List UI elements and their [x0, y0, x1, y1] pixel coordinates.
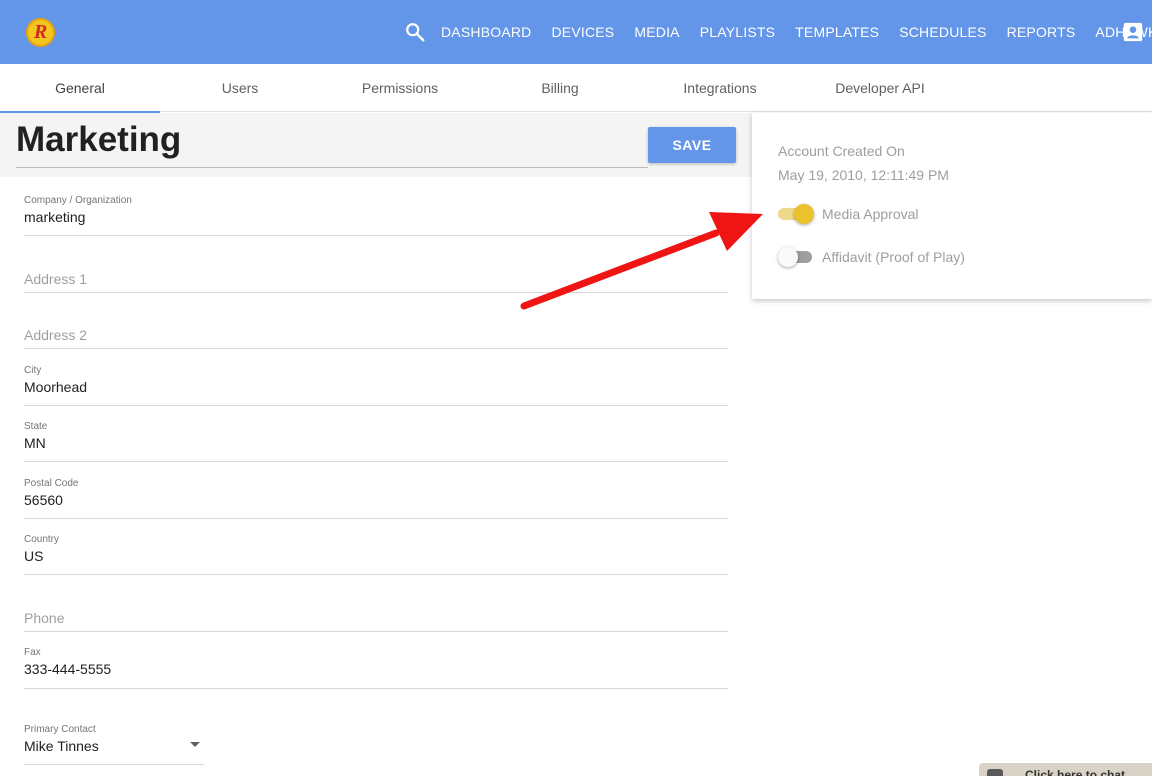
company-value[interactable]: marketing — [24, 209, 85, 225]
tab-users[interactable]: Users — [160, 64, 320, 112]
city-label: City — [24, 365, 42, 376]
postal-code-value[interactable]: 56560 — [24, 492, 63, 508]
tab-developer-api[interactable]: Developer API — [800, 64, 960, 112]
tab-integrations[interactable]: Integrations — [640, 64, 800, 112]
tab-permissions[interactable]: Permissions — [320, 64, 480, 112]
city-field[interactable]: City Moorhead — [24, 365, 728, 406]
save-button[interactable]: SAVE — [648, 127, 736, 163]
media-approval-label: Media Approval — [822, 206, 919, 222]
primary-contact-label: Primary Contact — [24, 724, 96, 735]
nav-media[interactable]: MEDIA — [624, 24, 689, 40]
account-created-value: May 19, 2010, 12:11:49 PM — [778, 167, 949, 183]
primary-contact-select[interactable]: Primary Contact Mike Tinnes — [24, 724, 204, 765]
address1-field[interactable]: Address 1 — [24, 271, 728, 293]
affidavit-label: Affidavit (Proof of Play) — [822, 249, 965, 265]
country-field[interactable]: Country US — [24, 534, 728, 575]
nav-devices[interactable]: DEVICES — [541, 24, 624, 40]
chat-icon — [987, 769, 1003, 776]
primary-contact-value[interactable]: Mike Tinnes — [24, 738, 99, 754]
affidavit-toggle[interactable] — [778, 247, 814, 267]
chat-widget[interactable]: Click here to chat — [979, 763, 1152, 776]
postal-code-field[interactable]: Postal Code 56560 — [24, 478, 728, 519]
search-icon[interactable] — [404, 21, 426, 43]
phone-placeholder[interactable]: Phone — [24, 610, 64, 626]
fax-field[interactable]: Fax 333-444-5555 — [24, 647, 728, 689]
account-created-label: Account Created On — [778, 143, 905, 159]
dropdown-arrow-icon[interactable] — [190, 742, 200, 747]
toggle-thumb[interactable] — [794, 204, 814, 224]
logo-icon[interactable]: R — [26, 18, 55, 47]
media-approval-toggle[interactable] — [778, 204, 814, 224]
phone-field[interactable]: Phone — [24, 610, 728, 632]
nav-schedules[interactable]: SCHEDULES — [889, 24, 996, 40]
toggle-thumb[interactable] — [778, 247, 798, 267]
state-value[interactable]: MN — [24, 435, 46, 451]
account-icon[interactable] — [1122, 21, 1144, 43]
account-name-input[interactable]: Marketing — [16, 118, 648, 168]
nav-reports[interactable]: REPORTS — [997, 24, 1086, 40]
state-field[interactable]: State MN — [24, 421, 728, 462]
account-info-card: Account Created On May 19, 2010, 12:11:4… — [752, 113, 1152, 299]
company-label: Company / Organization — [24, 195, 132, 206]
chat-label[interactable]: Click here to chat — [1025, 768, 1125, 776]
country-value[interactable]: US — [24, 548, 43, 564]
tab-billing[interactable]: Billing — [480, 64, 640, 112]
address2-field[interactable]: Address 2 — [24, 327, 728, 349]
address1-placeholder[interactable]: Address 1 — [24, 271, 87, 287]
nav-playlists[interactable]: PLAYLISTS — [690, 24, 785, 40]
postal-code-label: Postal Code — [24, 478, 79, 489]
state-label: State — [24, 421, 48, 432]
company-field[interactable]: Company / Organization marketing — [24, 195, 728, 236]
nav-dashboard[interactable]: DASHBOARD — [431, 24, 541, 40]
settings-tabs: General Users Permissions Billing Integr… — [0, 64, 1152, 113]
fax-label: Fax — [24, 647, 41, 658]
top-app-bar: R DASHBOARD DEVICES MEDIA PLAYLISTS TEMP… — [0, 0, 1152, 64]
tab-general[interactable]: General — [0, 64, 160, 113]
logo-letter: R — [33, 20, 48, 43]
nav-templates[interactable]: TEMPLATES — [785, 24, 889, 40]
address2-placeholder[interactable]: Address 2 — [24, 327, 87, 343]
fax-value[interactable]: 333-444-5555 — [24, 661, 111, 677]
main-nav: DASHBOARD DEVICES MEDIA PLAYLISTS TEMPLA… — [431, 0, 1152, 64]
country-label: Country — [24, 534, 60, 545]
city-value[interactable]: Moorhead — [24, 379, 87, 395]
